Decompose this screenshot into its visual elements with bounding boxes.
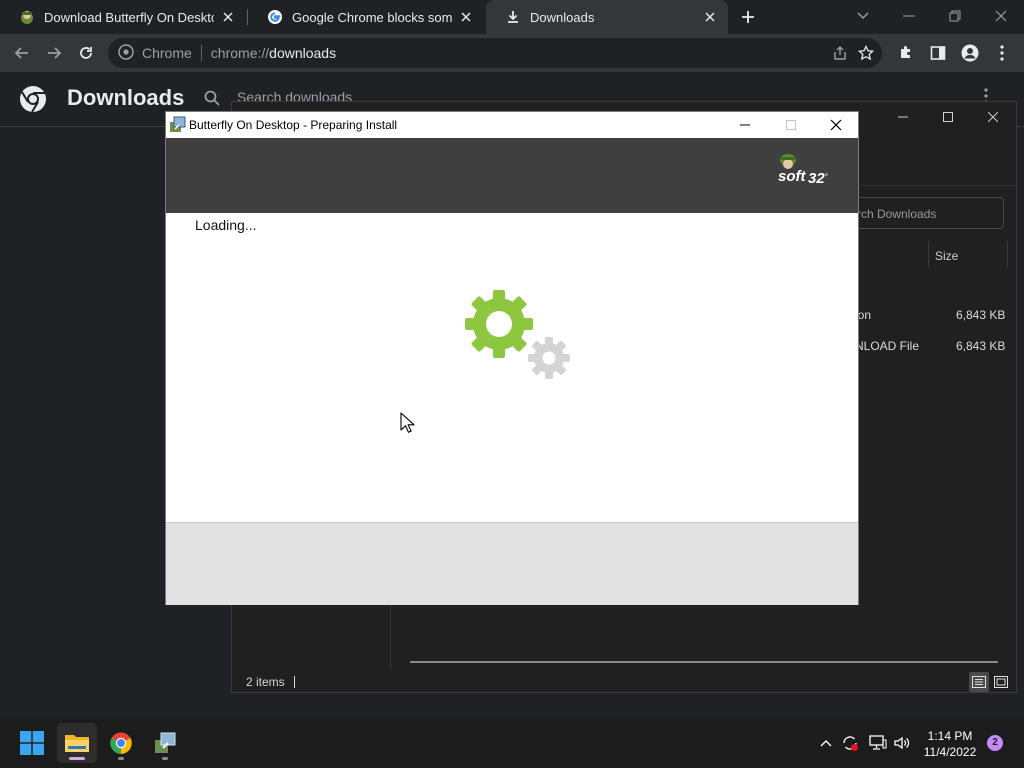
dialog-close-button[interactable]	[813, 112, 859, 138]
close-tab-icon[interactable]	[458, 9, 474, 25]
close-tab-icon[interactable]	[702, 9, 718, 25]
dialog-titlebar[interactable]: Butterfly On Desktop - Preparing Install	[166, 112, 858, 138]
forward-button[interactable]	[40, 39, 68, 67]
chrome-page-icon	[118, 43, 134, 63]
file-size-cell: 6,843 KB	[956, 339, 1006, 353]
volume-icon[interactable]	[892, 733, 912, 753]
taskbar-file-explorer[interactable]	[57, 723, 97, 763]
clock-time: 1:14 PM	[927, 729, 973, 743]
profile-avatar-icon[interactable]	[956, 39, 984, 67]
windows-logo-icon	[20, 731, 44, 755]
bookmark-star-icon[interactable]	[857, 44, 875, 64]
clock-date: 11/4/2022	[923, 745, 977, 759]
address-url-path: downloads	[269, 45, 337, 61]
mouse-pointer-icon	[400, 412, 415, 433]
address-url-prefix: chrome://	[210, 45, 270, 61]
share-icon[interactable]	[832, 45, 848, 64]
notification-badge[interactable]: 2	[987, 735, 1003, 751]
explorer-maximize-button[interactable]	[925, 102, 971, 132]
dialog-banner: soft 32 ®	[166, 138, 858, 213]
svg-text:soft: soft	[778, 168, 807, 185]
tab-search-chevron-icon[interactable]	[840, 0, 886, 32]
reload-button[interactable]	[72, 39, 100, 67]
close-tab-icon[interactable]	[220, 9, 236, 25]
back-button[interactable]	[8, 39, 36, 67]
soft32-icon	[18, 8, 36, 26]
dialog-maximize-button	[768, 112, 814, 138]
explorer-minimize-button[interactable]	[880, 102, 926, 132]
minimize-button[interactable]	[886, 0, 932, 32]
tab-chrome-blocks[interactable]: Google Chrome blocks some do	[248, 0, 484, 34]
address-origin: Chrome	[142, 45, 192, 61]
download-icon	[504, 8, 522, 26]
dialog-content: Loading...	[166, 213, 858, 522]
chrome-logo-icon	[20, 86, 46, 113]
explorer-search-input[interactable]: rch Downloads	[848, 197, 1004, 229]
tab-butterfly-download[interactable]: Download Butterfly On Desktop	[0, 0, 246, 34]
file-size-cell: 6,843 KB	[956, 308, 1006, 322]
taskbar-installer[interactable]	[145, 723, 185, 763]
svg-text:32: 32	[808, 170, 825, 187]
item-count-status: 2 items	[246, 675, 285, 689]
large-icons-view-icon[interactable]	[991, 672, 1011, 692]
explorer-close-button[interactable]	[970, 102, 1016, 132]
show-hidden-icons-chevron-icon[interactable]	[816, 733, 836, 753]
chrome-menu-icon[interactable]	[988, 39, 1016, 67]
side-panel-icon[interactable]	[924, 39, 952, 67]
taskbar-chrome[interactable]	[101, 723, 141, 763]
tab-downloads[interactable]: Downloads	[486, 0, 728, 34]
file-type-cell: NLOAD File	[855, 339, 920, 353]
extensions-icon[interactable]	[892, 39, 920, 67]
downloads-page-title: Downloads	[67, 85, 185, 110]
svg-text:®: ®	[825, 172, 828, 177]
chrome-icon	[110, 732, 132, 754]
horizontal-scrollbar[interactable]	[410, 661, 998, 663]
details-view-icon[interactable]	[969, 672, 989, 692]
loading-text: Loading...	[195, 217, 257, 233]
installer-app-icon	[155, 732, 176, 753]
dialog-minimize-button[interactable]	[722, 112, 768, 138]
close-window-button[interactable]	[978, 0, 1024, 32]
system-clock[interactable]: 1:14 PM 11/4/2022	[916, 728, 984, 760]
loading-gears-icon	[465, 290, 570, 379]
restore-button[interactable]	[932, 0, 978, 32]
google-icon	[266, 8, 284, 26]
new-tab-button[interactable]	[736, 5, 760, 29]
tab-strip: Download Butterfly On Desktop Google Chr…	[0, 0, 1024, 34]
folder-icon	[65, 735, 89, 752]
search-icon[interactable]	[203, 89, 221, 112]
dialog-title: Butterfly On Desktop - Preparing Install	[189, 118, 398, 132]
dialog-footer	[166, 522, 858, 605]
installer-app-icon	[170, 116, 186, 132]
address-bar[interactable]: Chrome chrome://downloads	[108, 38, 882, 68]
soft32-logo: soft 32 ®	[778, 154, 828, 187]
column-header-size[interactable]: Size	[935, 242, 958, 268]
network-icon[interactable]	[868, 733, 888, 753]
windows-taskbar: 1:14 PM 11/4/2022 2	[0, 718, 1024, 768]
installer-dialog: Butterfly On Desktop - Preparing Install…	[165, 111, 859, 605]
browser-toolbar: Chrome chrome://downloads	[0, 34, 1024, 72]
start-button[interactable]	[12, 723, 52, 763]
sync-alert-icon[interactable]	[840, 733, 860, 753]
